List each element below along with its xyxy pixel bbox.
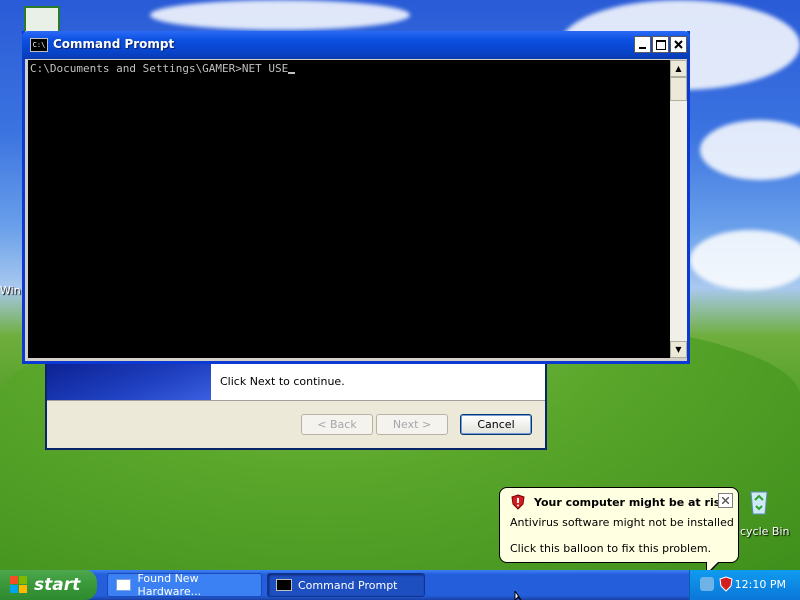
- wizard-message: Click Next to continue.: [220, 375, 345, 388]
- next-button[interactable]: Next >: [376, 414, 448, 435]
- text-cursor: [288, 72, 296, 74]
- cloud: [690, 230, 800, 290]
- close-icon: [674, 40, 683, 49]
- window-title: Command Prompt: [53, 37, 175, 51]
- security-balloon[interactable]: Your computer might be at risk Antivirus…: [499, 487, 739, 576]
- desktop-icon-label: Win: [0, 284, 21, 297]
- title-bar[interactable]: C:\ Command Prompt: [22, 31, 690, 59]
- scroll-down-button[interactable]: ▼: [670, 341, 687, 358]
- command-prompt-window: C:\ Command Prompt C:\Documents and Sett…: [22, 31, 690, 364]
- arrow-down-icon: ▼: [675, 345, 682, 354]
- wizard-window-icon: [116, 579, 132, 591]
- mouse-pointer-icon: [514, 591, 522, 600]
- cmd-icon[interactable]: C:\: [30, 38, 48, 52]
- cloud: [700, 120, 800, 180]
- task-label: Command Prompt: [298, 578, 398, 592]
- console-output[interactable]: C:\Documents and Settings\GAMER>NET USE: [28, 60, 670, 358]
- start-label: start: [34, 575, 81, 595]
- system-tray: 12:10 PM: [689, 570, 800, 600]
- scroll-thumb[interactable]: [670, 77, 687, 101]
- taskbar: start Found New Hardware... Command Prom…: [0, 570, 800, 600]
- start-button[interactable]: start: [0, 570, 97, 600]
- clock[interactable]: 12:10 PM: [735, 578, 786, 591]
- balloon-action-text: Click this balloon to fix this problem.: [510, 542, 712, 555]
- shield-warning-icon: [511, 494, 525, 510]
- balloon-close-button[interactable]: [718, 493, 733, 508]
- task-label: Found New Hardware...: [137, 572, 202, 598]
- windows-flag-icon: [10, 576, 28, 594]
- scroll-up-button[interactable]: ▲: [670, 60, 687, 77]
- close-icon: [722, 497, 729, 504]
- taskbar-item-command-prompt[interactable]: Command Prompt: [267, 573, 425, 597]
- arrow-up-icon: ▲: [675, 64, 682, 73]
- taskbar-item-found-new-hardware[interactable]: Found New Hardware...: [107, 572, 262, 598]
- maximize-button[interactable]: [652, 36, 669, 53]
- minimize-button[interactable]: [634, 36, 651, 53]
- desktop-shortcut-icon[interactable]: [24, 6, 60, 34]
- vertical-scrollbar[interactable]: ▲ ▼: [670, 60, 687, 358]
- network-icon[interactable]: [700, 577, 714, 591]
- console-line: C:\Documents and Settings\GAMER>NET USE: [30, 62, 289, 75]
- cancel-button[interactable]: Cancel: [460, 414, 532, 435]
- balloon-message: Antivirus software might not be installe…: [510, 516, 734, 529]
- close-button[interactable]: [670, 36, 687, 53]
- security-center-icon[interactable]: [718, 576, 734, 592]
- maximize-icon: [655, 39, 666, 50]
- found-new-hardware-wizard: Click Next to continue. < Back Next > Ca…: [45, 356, 547, 450]
- minimize-icon: [639, 46, 646, 49]
- cmd-icon: [276, 579, 292, 591]
- back-button[interactable]: < Back: [301, 414, 373, 435]
- divider: [47, 400, 545, 401]
- recycle-bin-icon[interactable]: [742, 484, 776, 518]
- recycle-bin-label: cycle Bin: [740, 525, 790, 538]
- balloon-title: Your computer might be at risk: [534, 496, 728, 509]
- cloud: [150, 0, 410, 30]
